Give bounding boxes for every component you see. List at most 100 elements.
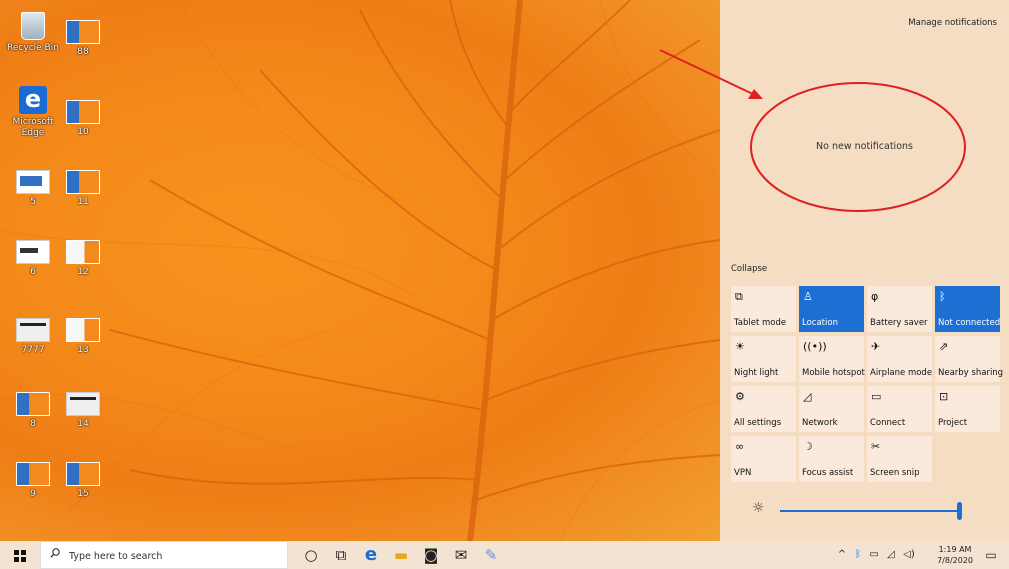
tile-mobile-hotspot[interactable]: ((•)) Mobile hotspot	[799, 336, 865, 382]
clock[interactable]: 1:19 AM 7/8/2020	[937, 544, 973, 566]
desktop-icon-label: 6	[30, 267, 36, 277]
brightness-icon: ☼	[752, 500, 765, 516]
desktop-icon-label: 5	[30, 197, 36, 207]
taskbar: ○⧉e▬◙✉✎ ^ ᛒ ▭ ◿ ◁) 1:19 AM 7/8/2020 ▭	[0, 541, 1009, 569]
desktop-icon-label: Microsoft Edge	[12, 117, 54, 138]
brightness-slider[interactable]	[780, 502, 962, 520]
desktop-icon-label: 11	[77, 197, 89, 207]
recycle-bin-icon	[21, 12, 45, 40]
desktop-icon[interactable]: 13	[55, 318, 111, 356]
tile-screen-snip[interactable]: ✂ Screen snip	[867, 436, 932, 482]
network-tray-icon[interactable]: ◿	[884, 541, 898, 569]
action-center: Manage notifications No new notification…	[720, 0, 1009, 541]
battery-icon[interactable]: ▭	[867, 541, 881, 569]
desktop-icon[interactable]: 12	[55, 240, 111, 278]
vpn-icon: ∞	[735, 440, 745, 453]
desktop-icon-label: 10	[77, 127, 89, 137]
desktop-icon[interactable]: 7777	[5, 318, 61, 356]
desktop-icon-label: 13	[77, 345, 89, 355]
search-icon	[50, 548, 60, 558]
tile-label: Location	[802, 318, 838, 328]
tile-focus-assist[interactable]: ☽ Focus assist	[799, 436, 864, 482]
desktop-icon[interactable]: 88	[55, 20, 111, 58]
chevron-up-icon[interactable]: ^	[835, 541, 849, 569]
start-button[interactable]	[0, 541, 40, 569]
tile-connect[interactable]: ▭ Connect	[867, 386, 932, 432]
desktop-icon[interactable]: 8	[5, 392, 61, 430]
tile-label: Nearby sharing	[938, 368, 1004, 378]
tile-label: Project	[938, 418, 968, 428]
folder-icon	[66, 170, 100, 194]
desktop[interactable]: Recycle Bin e Microsoft Edge 5 6 7777 8 9 88 10 11…	[0, 0, 720, 541]
desktop-icon[interactable]: 15	[55, 462, 111, 500]
tile-vpn[interactable]: ∞ VPN	[731, 436, 796, 482]
folder-icon	[66, 100, 100, 124]
cortana-icon[interactable]: ○	[297, 541, 325, 569]
brightness-fill	[780, 510, 960, 512]
tile-location[interactable]: ♙ Location	[799, 286, 864, 332]
tablet-mode-icon: ⧉	[735, 290, 743, 303]
desktop-icon-label: 7777	[21, 345, 45, 355]
desktop-icon-label: 14	[77, 419, 89, 429]
desktop-icon[interactable]: e Microsoft Edge	[5, 86, 61, 139]
screenshot-icon	[66, 392, 100, 416]
desktop-icon[interactable]: 11	[55, 170, 111, 208]
airplane-icon: ✈	[871, 340, 881, 353]
screen: Recycle Bin e Microsoft Edge 5 6 7777 8 9 88 10 11…	[0, 0, 1009, 569]
brightness-slider-thumb[interactable]	[957, 502, 962, 520]
tile-label: Connect	[870, 418, 906, 428]
edge-icon: e	[19, 86, 47, 114]
network-icon: ◿	[803, 390, 812, 403]
tile-night-light[interactable]: ☀ Night light	[731, 336, 796, 382]
tile-label: Mobile hotspot	[802, 368, 865, 378]
volume-icon[interactable]: ◁)	[901, 541, 917, 569]
tile-label: Focus assist	[802, 468, 854, 478]
settings-icon: ⚙	[735, 390, 745, 403]
tile-nearby-sharing[interactable]: ⇗ Nearby sharing	[935, 336, 1004, 382]
tile-airplane-mode[interactable]: ✈ Airplane mode	[867, 336, 932, 382]
desktop-icon-label: 9	[30, 489, 36, 499]
tile-label: Tablet mode	[734, 318, 787, 328]
tile-all-settings[interactable]: ⚙ All settings	[731, 386, 796, 432]
desktop-icon[interactable]: Recycle Bin	[5, 12, 61, 54]
search-input[interactable]	[67, 545, 281, 567]
search-box[interactable]	[40, 541, 288, 569]
tile-battery-saver[interactable]: φ Battery saver	[867, 286, 932, 332]
store-icon[interactable]: ◙	[417, 541, 445, 569]
folder-icon	[66, 240, 100, 264]
collapse-link[interactable]: Collapse	[731, 264, 767, 274]
battery-saver-icon: φ	[871, 290, 879, 303]
tile-label: Screen snip	[870, 468, 920, 478]
tile-label: Network	[802, 418, 838, 428]
tile-not-connected[interactable]: ᛒ Not connected	[935, 286, 1000, 332]
mail-icon[interactable]: ✉	[447, 541, 475, 569]
clock-date: 7/8/2020	[937, 556, 973, 565]
task-view-icon[interactable]: ⧉	[327, 541, 355, 569]
desktop-icon[interactable]: 5	[5, 170, 61, 208]
screenshot-icon	[16, 318, 50, 342]
bluetooth-tray-icon[interactable]: ᛒ	[851, 541, 865, 569]
edge-icon[interactable]: e	[357, 541, 385, 569]
desktop-icon[interactable]: 6	[5, 240, 61, 278]
mobile-hotspot-icon: ((•))	[803, 340, 827, 353]
folder-icon	[16, 462, 50, 486]
tile-network[interactable]: ◿ Network	[799, 386, 864, 432]
desktop-icon-label: 12	[77, 267, 89, 277]
manage-notifications-link[interactable]: Manage notifications	[908, 18, 997, 28]
desktop-icon[interactable]: 14	[55, 392, 111, 430]
paint-icon[interactable]: ✎	[477, 541, 505, 569]
screenshot-icon	[16, 240, 50, 264]
screenshot-icon	[16, 170, 50, 194]
notification-center-icon[interactable]: ▭	[981, 541, 1001, 569]
desktop-icon[interactable]: 10	[55, 100, 111, 138]
clock-time: 1:19 AM	[938, 545, 972, 554]
windows-logo-icon	[14, 549, 26, 562]
file-explorer-icon[interactable]: ▬	[387, 541, 415, 569]
tile-label: Night light	[734, 368, 779, 378]
connect-icon: ▭	[871, 390, 882, 403]
bluetooth-icon: ᛒ	[939, 290, 946, 303]
tile-tablet-mode[interactable]: ⧉ Tablet mode	[731, 286, 796, 332]
tile-project[interactable]: ⊡ Project	[935, 386, 1000, 432]
desktop-icon[interactable]: 9	[5, 462, 61, 500]
tile-label: Airplane mode	[870, 368, 933, 378]
